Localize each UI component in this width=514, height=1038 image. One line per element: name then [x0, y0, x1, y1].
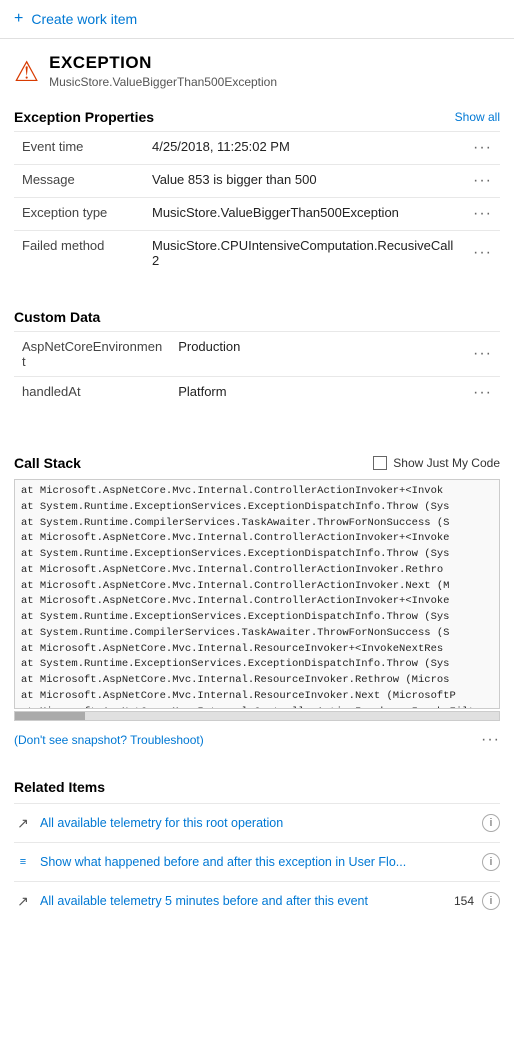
call-stack-section: Call Stack Show Just My Code at Microsof… [0, 445, 514, 721]
top-bar: + Create work item [0, 0, 514, 39]
exception-properties-table: Event time 4/25/2018, 11:25:02 PM ··· Me… [14, 131, 500, 275]
snapshot-row: (Don't see snapshot? Troubleshoot) ··· [0, 721, 514, 759]
prop-key: Event time [14, 132, 144, 165]
exception-properties-title: Exception Properties [14, 109, 154, 125]
show-just-code-label: Show Just My Code [393, 456, 500, 470]
row-menu-button[interactable]: ··· [465, 165, 500, 198]
related-item-0-info[interactable]: i [482, 814, 500, 832]
row-menu-button[interactable]: ··· [465, 132, 500, 165]
prop-value: MusicStore.CPUIntensiveComputation.Recus… [144, 231, 465, 276]
call-stack-header: Call Stack Show Just My Code [14, 455, 500, 471]
custom-data-title: Custom Data [14, 309, 100, 325]
prop-value: Value 853 is bigger than 500 [144, 165, 465, 198]
related-item-1[interactable]: ≡ Show what happened before and after th… [14, 842, 500, 881]
prop-key: Failed method [14, 231, 144, 276]
call-stack-content[interactable]: at Microsoft.AspNetCore.Mvc.Internal.Con… [14, 479, 500, 709]
related-item-0[interactable]: ↗ All available telemetry for this root … [14, 803, 500, 842]
custom-data-table: AspNetCoreEnvironmen t Production ··· ha… [14, 331, 500, 409]
snapshot-menu-button[interactable]: ··· [481, 731, 500, 749]
exception-properties-section: Exception Properties Show all Event time… [0, 99, 514, 275]
prop-key: Exception type [14, 198, 144, 231]
prop-key: AspNetCoreEnvironmen t [14, 332, 170, 377]
custom-data-section: Custom Data AspNetCoreEnvironmen t Produ… [0, 299, 514, 409]
prop-value: 4/25/2018, 11:25:02 PM [144, 132, 465, 165]
exception-info: EXCEPTION MusicStore.ValueBiggerThan500E… [49, 53, 277, 89]
related-items-section: Related Items ↗ All available telemetry … [0, 769, 514, 920]
row-menu-button[interactable]: ··· [465, 332, 500, 377]
exception-subtitle: MusicStore.ValueBiggerThan500Exception [49, 75, 277, 89]
row-menu-button[interactable]: ··· [465, 198, 500, 231]
related-item-0-text: All available telemetry for this root op… [40, 816, 474, 830]
prop-value: Production [170, 332, 465, 377]
call-stack-line: at Microsoft.AspNetCore.Mvc.Internal.Con… [21, 563, 493, 579]
show-all-button[interactable]: Show all [455, 110, 500, 124]
horizontal-scrollbar[interactable] [14, 711, 500, 721]
call-stack-line: at Microsoft.AspNetCore.Mvc.Internal.Res… [21, 689, 493, 705]
call-stack-line: at Microsoft.AspNetCore.Mvc.Internal.Res… [21, 673, 493, 689]
call-stack-line: at System.Runtime.ExceptionServices.Exce… [21, 657, 493, 673]
prop-key: Message [14, 165, 144, 198]
related-item-1-text: Show what happened before and after this… [40, 855, 474, 869]
exception-title: EXCEPTION [49, 53, 277, 73]
show-just-code-toggle[interactable]: Show Just My Code [373, 456, 500, 470]
call-stack-line: at Microsoft.AspNetCore.Mvc.Internal.Con… [21, 484, 493, 500]
call-stack-line: at System.Runtime.ExceptionServices.Exce… [21, 547, 493, 563]
related-item-2-text: All available telemetry 5 minutes before… [40, 894, 454, 908]
related-item-2[interactable]: ↗ All available telemetry 5 minutes befo… [14, 881, 500, 920]
table-row: Exception type MusicStore.ValueBiggerTha… [14, 198, 500, 231]
call-stack-line: at System.Runtime.ExceptionServices.Exce… [21, 610, 493, 626]
related-item-2-count: 154 [454, 894, 474, 908]
troubleshoot-link[interactable]: (Don't see snapshot? Troubleshoot) [14, 733, 204, 747]
prop-key: handledAt [14, 377, 170, 410]
table-row: AspNetCoreEnvironmen t Production ··· [14, 332, 500, 377]
table-row: Message Value 853 is bigger than 500 ··· [14, 165, 500, 198]
call-stack-line: at Microsoft.AspNetCore.Mvc.Internal.Con… [21, 594, 493, 610]
prop-value: Platform [170, 377, 465, 410]
call-stack-line: at Microsoft.AspNetCore.Mvc.Internal.Res… [21, 642, 493, 658]
row-menu-button[interactable]: ··· [465, 231, 500, 276]
exception-warning-icon: ⚠ [14, 55, 39, 88]
create-work-item-icon: + [14, 10, 23, 28]
call-stack-line: at Microsoft.AspNetCore.Mvc.Internal.Con… [21, 705, 493, 710]
call-stack-line: at Microsoft.AspNetCore.Mvc.Internal.Con… [21, 531, 493, 547]
related-item-2-info[interactable]: i [482, 892, 500, 910]
related-item-2-icon: ↗ [14, 893, 32, 910]
prop-value: MusicStore.ValueBiggerThan500Exception [144, 198, 465, 231]
call-stack-title: Call Stack [14, 455, 81, 471]
call-stack-line: at System.Runtime.ExceptionServices.Exce… [21, 500, 493, 516]
row-menu-button[interactable]: ··· [465, 377, 500, 410]
table-row: handledAt Platform ··· [14, 377, 500, 410]
related-item-0-icon: ↗ [14, 815, 32, 832]
show-just-code-checkbox[interactable] [373, 456, 387, 470]
call-stack-line: at System.Runtime.CompilerServices.TaskA… [21, 516, 493, 532]
create-work-item-button[interactable]: Create work item [31, 11, 137, 27]
related-item-1-icon: ≡ [14, 856, 32, 868]
exception-header: ⚠ EXCEPTION MusicStore.ValueBiggerThan50… [0, 39, 514, 99]
related-item-1-info[interactable]: i [482, 853, 500, 871]
custom-data-header: Custom Data [14, 309, 500, 325]
call-stack-line: at Microsoft.AspNetCore.Mvc.Internal.Con… [21, 579, 493, 595]
related-items-title: Related Items [14, 779, 500, 795]
scrollbar-thumb[interactable] [15, 712, 85, 720]
table-row: Event time 4/25/2018, 11:25:02 PM ··· [14, 132, 500, 165]
table-row: Failed method MusicStore.CPUIntensiveCom… [14, 231, 500, 276]
call-stack-line: at System.Runtime.CompilerServices.TaskA… [21, 626, 493, 642]
exception-properties-header: Exception Properties Show all [14, 109, 500, 125]
